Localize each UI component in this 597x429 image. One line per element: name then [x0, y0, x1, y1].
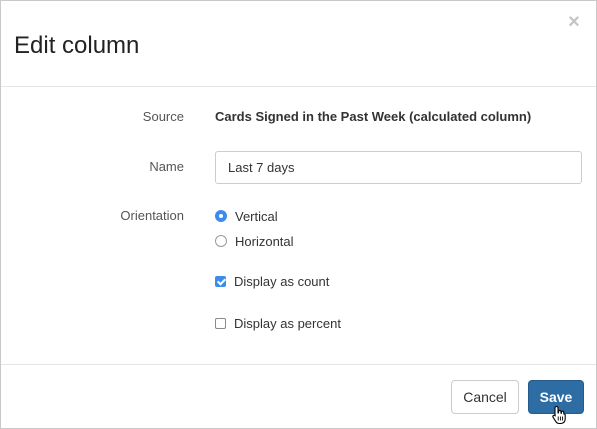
checkbox-checked-icon[interactable] — [215, 275, 226, 287]
orientation-vertical-radio[interactable]: Vertical — [215, 208, 278, 224]
close-button[interactable]: × — [566, 11, 582, 33]
cancel-button[interactable]: Cancel — [451, 380, 519, 414]
dialog-header: Edit column × — [1, 1, 596, 87]
radio-checked-icon[interactable] — [215, 210, 227, 222]
source-value: Cards Signed in the Past Week (calculate… — [215, 109, 532, 124]
orientation-horizontal-label: Horizontal — [235, 233, 294, 249]
source-label: Source — [142, 109, 184, 124]
edit-column-dialog: Edit column × Source Cards Signed in the… — [0, 0, 597, 429]
orientation-vertical-label: Vertical — [235, 208, 278, 224]
dialog-title: Edit column — [14, 32, 140, 59]
radio-unchecked-icon[interactable] — [215, 235, 227, 247]
name-label: Name — [149, 159, 184, 174]
orientation-horizontal-radio[interactable]: Horizontal — [215, 233, 294, 249]
display-percent-label: Display as percent — [234, 315, 341, 331]
dialog-body: Source Cards Signed in the Past Week (ca… — [1, 87, 596, 364]
name-input[interactable] — [215, 151, 582, 184]
orientation-label: Orientation — [120, 208, 184, 223]
display-percent-checkbox[interactable]: Display as percent — [215, 315, 341, 331]
display-count-checkbox[interactable]: Display as count — [215, 273, 329, 289]
dialog-footer: Cancel Save — [1, 364, 596, 428]
close-icon: × — [568, 11, 580, 33]
save-button[interactable]: Save — [528, 380, 584, 414]
checkbox-unchecked-icon[interactable] — [215, 317, 226, 329]
display-count-label: Display as count — [234, 273, 330, 289]
